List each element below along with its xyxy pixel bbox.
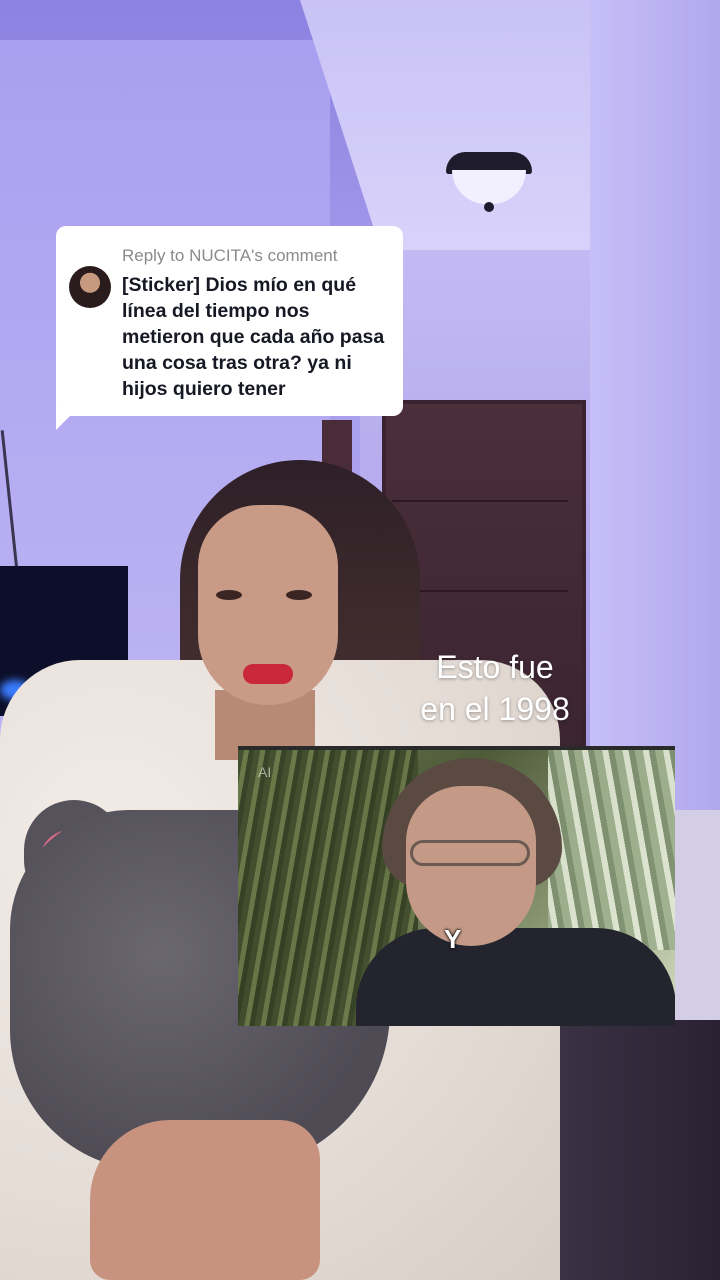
caption-line: Esto fue	[436, 649, 554, 685]
person-eye	[286, 590, 312, 600]
shelf	[560, 1020, 720, 1280]
reply-header: Reply to NUCITA's comment	[122, 246, 338, 265]
caption-line: en el 1998	[420, 691, 570, 727]
foliage	[548, 750, 675, 950]
commenter-avatar[interactable]	[69, 266, 111, 308]
ceiling-lamp	[446, 152, 532, 212]
man-face	[406, 786, 536, 946]
reply-sticker-tail	[56, 408, 78, 430]
door-panel-line	[392, 500, 568, 502]
caption-overlay: Esto fue en el 1998	[400, 646, 590, 730]
inset-watermark: AI	[258, 764, 272, 780]
person-eye	[216, 590, 242, 600]
man-shirt	[356, 928, 675, 1026]
person-lips	[243, 664, 293, 684]
inset-video[interactable]: AI Y	[238, 746, 675, 1026]
glasses	[410, 840, 530, 866]
person-hand	[90, 1120, 320, 1280]
video-frame[interactable]	[0, 0, 720, 1280]
reply-comment-text: [Sticker] Dios mío en qué línea del tiem…	[122, 274, 385, 400]
inset-subtitle: Y	[444, 924, 462, 954]
